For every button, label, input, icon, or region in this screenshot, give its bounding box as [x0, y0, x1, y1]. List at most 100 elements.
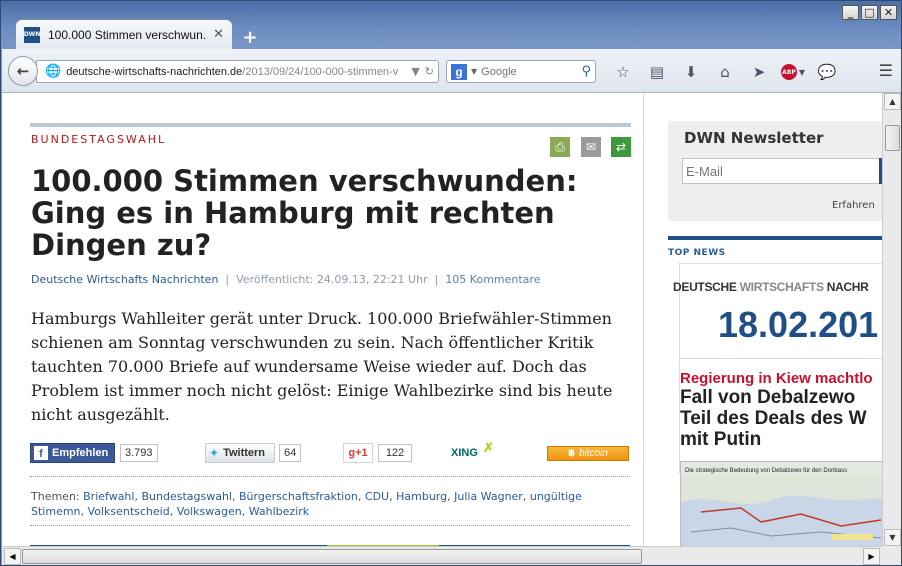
dropdown-arrow-icon[interactable]: ▼ — [411, 65, 419, 78]
tag-link[interactable]: Volkswagen — [177, 505, 242, 518]
send-icon[interactable]: ➤ — [742, 62, 776, 82]
article: BUNDESTAGSWAHL ⎙ ✉ ⇄ 100.000 Stimmen ver… — [30, 121, 631, 546]
publish-date: Veröffentlicht: 24.09.13, 22:21 Uhr — [236, 273, 428, 286]
download-icon[interactable]: ⬇ — [674, 62, 708, 82]
search-input[interactable] — [481, 65, 578, 78]
comments-link[interactable]: 105 Kommentare — [445, 273, 540, 286]
tag-link[interactable]: Bundestagswahl — [141, 490, 232, 503]
print-icon[interactable]: ⎙ — [550, 137, 570, 157]
meta-separator: | — [434, 273, 439, 286]
tag-link[interactable]: Volksentscheid — [88, 505, 170, 518]
bitcoin-button[interactable]: ฿ bitcoin — [547, 446, 629, 461]
adblock-button[interactable]: ABP ▼ — [776, 62, 810, 82]
tab-title: 100.000 Stimmen verschwun... — [48, 27, 206, 42]
vertical-scrollbar[interactable]: ▲ ▼ — [882, 93, 901, 546]
top-news-headline[interactable]: Fall von Debalzewo Teil des Deals des W … — [680, 387, 882, 450]
reload-icon[interactable]: ↻ — [425, 65, 434, 78]
tag-link[interactable]: Wahlbezirk — [249, 505, 309, 518]
google-plus-button[interactable]: g +1 — [343, 443, 373, 463]
brand-part: WIRTSCHAFTS — [739, 280, 827, 294]
tags-divider-top — [30, 476, 630, 477]
browser-tab[interactable]: DWN 100.000 Stimmen verschwun... ✕ — [15, 19, 233, 49]
map-drawing — [681, 476, 882, 546]
article-headline: 100.000 Stimmen verschwunden: Ging es in… — [31, 164, 578, 262]
url-bar[interactable]: 🌐 deutsche-wirtschafts-nachrichten.de/20… — [36, 60, 439, 83]
close-window-button[interactable]: ✕ — [880, 5, 897, 20]
close-tab-icon[interactable]: ✕ — [213, 27, 224, 42]
meta-separator: | — [225, 273, 230, 286]
home-icon[interactable]: ⌂ — [708, 62, 742, 82]
tag-link[interactable]: Hamburg — [396, 490, 447, 503]
sidebar: DWN Newsletter Erfahren TOP NEWS DEUTSCH… — [643, 93, 882, 546]
top-news-map-image[interactable]: Die strategische Bedeutung von Debalzewo… — [680, 461, 882, 546]
bitcoin-label: bitcoin — [579, 448, 608, 459]
chat-icon[interactable]: 💬 — [810, 62, 844, 82]
navigation-toolbar: 🌐 deutsche-wirtschafts-nachrichten.de/20… — [2, 49, 901, 93]
star-icon[interactable]: ☆ — [606, 62, 640, 82]
newsletter-more-link[interactable]: Erfahren — [832, 200, 875, 211]
brand-part: NACHR — [826, 280, 869, 294]
reading-list-icon[interactable]: ▤ — [640, 62, 674, 82]
top-news-kicker[interactable]: Regierung in Kiew machtlo — [680, 370, 873, 387]
tag-link[interactable]: Briefwahl — [83, 490, 134, 503]
vertical-scroll-thumb[interactable] — [885, 125, 900, 151]
minimize-button[interactable]: _ — [842, 5, 859, 20]
tags-divider-bottom — [30, 525, 630, 526]
tag-link[interactable]: CDU — [365, 490, 389, 503]
google-plus-count: 122 — [378, 444, 412, 462]
tags-label: Themen: — [31, 490, 80, 503]
article-meta: Deutsche Wirtschafts Nachrichten | Veröf… — [31, 273, 540, 286]
window-controls: _ □ ✕ — [842, 5, 897, 20]
article-category[interactable]: BUNDESTAGSWAHL — [31, 133, 166, 146]
google-icon[interactable]: g — [451, 63, 467, 80]
scroll-down-icon[interactable]: ▼ — [884, 529, 901, 546]
search-box[interactable]: g ▼ ⚲ — [446, 60, 596, 83]
tag-link[interactable]: Bürgerschaftsfraktion — [239, 490, 358, 503]
top-news-label: TOP NEWS — [668, 248, 726, 258]
newsletter-box: DWN Newsletter Erfahren — [668, 121, 882, 221]
facebook-recommend-button[interactable]: f Empfehlen — [30, 443, 115, 463]
facebook-icon: f — [34, 446, 48, 460]
search-icon[interactable]: ⚲ — [581, 64, 591, 79]
bitcoin-icon: ฿ — [568, 448, 576, 459]
facebook-label: Empfehlen — [52, 447, 109, 459]
article-lead: Hamburgs Wahlleiter gerät unter Druck. 1… — [31, 309, 613, 424]
scrollbar-corner — [882, 546, 901, 565]
top-news-divider — [679, 358, 882, 359]
url-text[interactable]: deutsche-wirtschafts-nachrichten.de/2013… — [66, 66, 406, 78]
tab-bar: DWN 100.000 Stimmen verschwun... ✕ + — [15, 19, 263, 49]
share-more-icon[interactable]: ⇄ — [611, 137, 631, 157]
article-tags: Themen: Briefwahl, Bundestagswahl, Bürge… — [31, 490, 582, 518]
twitter-label: Twittern — [223, 447, 266, 459]
globe-icon: 🌐 — [45, 64, 62, 79]
email-field[interactable] — [682, 158, 882, 184]
twitter-count: 64 — [279, 444, 302, 462]
tag-link[interactable]: Julia Wagner — [454, 490, 523, 503]
dwn-favicon-icon: DWN — [24, 26, 40, 43]
google-plus-label: +1 — [355, 447, 368, 459]
top-news-rule — [668, 236, 882, 240]
article-author-link[interactable]: Deutsche Wirtschafts Nachrichten — [31, 273, 218, 286]
brand-part: DEUTSCHE — [673, 280, 740, 294]
new-tab-button[interactable]: + — [237, 25, 263, 49]
search-engine-dropdown-icon[interactable]: ▼ — [471, 67, 477, 76]
map-title: Die strategische Bedeutung von Debalzewo… — [685, 468, 848, 474]
mail-icon[interactable]: ✉ — [581, 137, 601, 157]
xing-button[interactable]: XING — [451, 447, 478, 459]
twitter-button[interactable]: ✦ Twittern — [205, 443, 275, 463]
scroll-left-icon[interactable]: ◀ — [4, 548, 21, 565]
toolbar-icons: ☆ ▤ ⬇ ⌂ ➤ ABP ▼ 💬 — [606, 62, 844, 82]
dwn-brand-logo: DEUTSCHE WIRTSCHAFTS NACHR — [673, 280, 882, 294]
adblock-dropdown-icon: ▼ — [798, 67, 806, 77]
horizontal-scrollbar[interactable]: ◀ ▶ — [2, 546, 882, 565]
scroll-up-icon[interactable]: ▲ — [884, 93, 901, 110]
facebook-count: 3.793 — [120, 444, 158, 462]
horizontal-scroll-thumb[interactable] — [22, 549, 642, 564]
newsletter-title: DWN Newsletter — [684, 129, 824, 147]
maximize-button[interactable]: □ — [861, 5, 878, 20]
back-button[interactable]: ← — [8, 56, 38, 86]
browser-window: _ □ ✕ DWN 100.000 Stimmen verschwun... ✕… — [0, 0, 902, 566]
xing-icon: ✗ — [483, 440, 494, 455]
hamburger-menu-icon[interactable]: ☰ — [879, 61, 893, 80]
scroll-right-icon[interactable]: ▶ — [863, 548, 880, 565]
